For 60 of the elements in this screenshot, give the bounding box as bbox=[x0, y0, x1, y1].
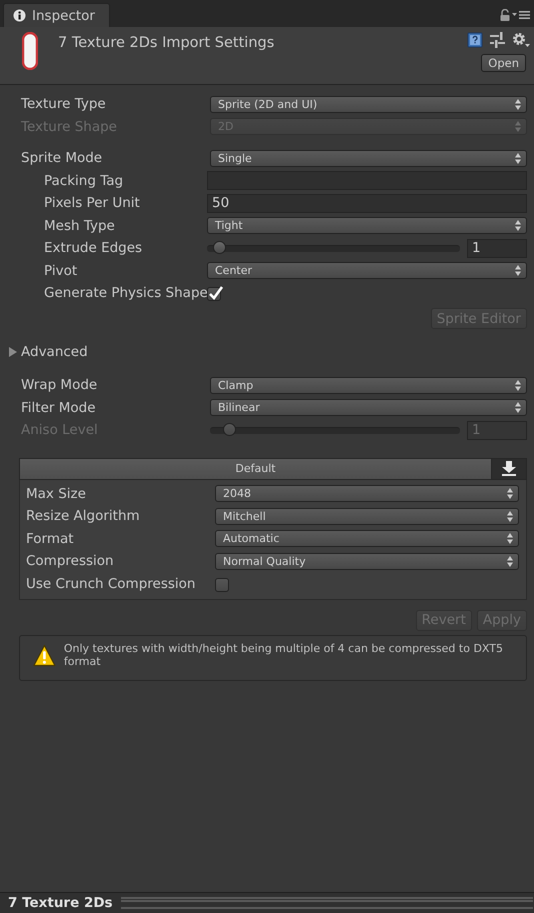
dropdown[interactable]: Automatic bbox=[215, 530, 519, 548]
dropdown[interactable]: Normal Quality bbox=[215, 552, 519, 570]
dropdown[interactable]: Mitchell bbox=[215, 508, 519, 525]
sliders-icon[interactable] bbox=[490, 32, 505, 48]
field-label: Sprite Mode bbox=[21, 150, 104, 166]
dropdown[interactable]: Sprite (2D and UI) bbox=[210, 96, 527, 113]
foldout-label[interactable]: Advanced bbox=[21, 344, 88, 360]
up-down-arrows-icon bbox=[515, 121, 521, 132]
field-label: Pivot bbox=[44, 262, 78, 279]
info-icon bbox=[13, 9, 26, 22]
inspector-title: 7 Texture 2Ds Import Settings bbox=[58, 35, 276, 53]
checkbox[interactable] bbox=[215, 578, 229, 592]
dropdown[interactable]: Single bbox=[210, 150, 527, 167]
field-label: Resize Algorithm bbox=[26, 508, 141, 524]
resize-grip[interactable] bbox=[120, 897, 533, 909]
field-label: Max Size bbox=[26, 486, 87, 502]
dropdown[interactable]: Clamp bbox=[210, 376, 527, 394]
checkbox[interactable] bbox=[207, 287, 221, 302]
up-down-arrows-icon bbox=[515, 402, 521, 414]
field-label: Pixels Per Unit bbox=[44, 195, 141, 212]
up-down-arrows-icon bbox=[515, 152, 521, 164]
dropdown[interactable]: Center bbox=[207, 262, 527, 280]
field-label: Extrude Edges bbox=[44, 240, 144, 256]
download-button[interactable] bbox=[491, 458, 527, 480]
open-button[interactable]: Open bbox=[481, 54, 526, 72]
field-label: Use Crunch Compression bbox=[26, 576, 196, 592]
up-down-arrows-icon bbox=[515, 98, 521, 110]
expand-triangle-icon[interactable] bbox=[8, 347, 18, 357]
help-book-icon[interactable] bbox=[467, 32, 483, 48]
up-down-arrows-icon bbox=[507, 510, 513, 522]
up-down-arrows-icon bbox=[515, 265, 521, 276]
platform-tab[interactable]: Default bbox=[19, 458, 491, 480]
inspector-tab[interactable]: Inspector bbox=[3, 3, 110, 27]
up-down-arrows-icon bbox=[515, 380, 521, 391]
field-label: Packing Tag bbox=[44, 172, 124, 189]
field-label: Texture Type bbox=[21, 96, 107, 112]
lock-icon[interactable] bbox=[500, 9, 510, 21]
field-label: Wrap Mode bbox=[21, 377, 98, 394]
field-label: Compression bbox=[26, 553, 115, 570]
dropdown[interactable]: 2048 bbox=[215, 485, 519, 502]
field-label: Generate Physics Shape bbox=[44, 285, 207, 302]
slider-thumb[interactable] bbox=[213, 240, 226, 254]
warning-icon bbox=[33, 644, 56, 666]
preview-title: 7 Texture 2Ds bbox=[8, 895, 113, 911]
dropdown[interactable]: Bilinear bbox=[210, 399, 527, 416]
up-down-arrows-icon bbox=[507, 533, 513, 544]
warning-message: Only textures with width/height being multiple of 4 can be compressed to DXT5 format bbox=[64, 642, 504, 668]
menu-icon[interactable] bbox=[512, 10, 530, 20]
download-icon bbox=[502, 461, 516, 476]
field-label: Format bbox=[26, 530, 75, 547]
texture-icon bbox=[22, 32, 38, 70]
up-down-arrows-icon bbox=[507, 556, 513, 567]
gear-icon[interactable] bbox=[512, 32, 530, 48]
number-field[interactable]: 1 bbox=[467, 238, 527, 258]
up-down-arrows-icon bbox=[515, 220, 521, 232]
up-down-arrows-icon bbox=[507, 488, 513, 500]
dropdown[interactable]: Tight bbox=[207, 217, 527, 234]
input-field[interactable]: 50 bbox=[207, 194, 527, 213]
field-label: Mesh Type bbox=[44, 218, 116, 234]
field-label: Filter Mode bbox=[21, 400, 97, 416]
